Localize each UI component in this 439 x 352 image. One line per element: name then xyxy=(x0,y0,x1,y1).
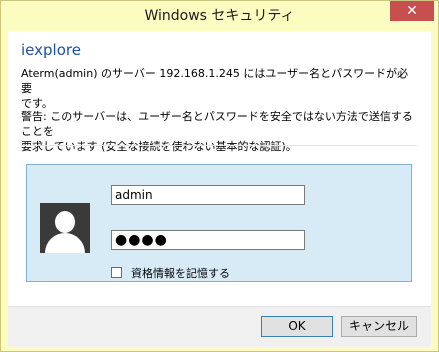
security-dialog: Windows セキュリティ ✕ iexplore Aterm(admin) の… xyxy=(0,0,439,352)
ok-button[interactable]: OK xyxy=(261,316,333,337)
remember-checkbox[interactable] xyxy=(111,267,122,278)
security-warning: 警告: このサーバーは、ユーザー名とパスワードを安全ではない方法で送信することを… xyxy=(21,110,413,153)
credential-tile[interactable]: admin ●●●● 資格情報を記憶する xyxy=(26,164,412,282)
close-icon: ✕ xyxy=(406,3,418,19)
password-field[interactable]: ●●●● xyxy=(111,230,305,250)
remember-label: 資格情報を記憶する xyxy=(131,267,230,280)
user-silhouette-icon xyxy=(40,203,90,253)
window-title: Windows セキュリティ xyxy=(144,8,295,24)
close-button[interactable]: ✕ xyxy=(390,1,434,21)
dialog-body: iexplore Aterm(admin) のサーバー 192.168.1.24… xyxy=(8,31,431,347)
app-name: iexplore xyxy=(21,41,81,59)
title-bar[interactable]: Windows セキュリティ ✕ xyxy=(1,1,438,31)
cancel-button[interactable]: キャンセル xyxy=(341,316,417,337)
divider xyxy=(21,145,417,146)
button-bar: OK キャンセル xyxy=(8,306,431,347)
username-field[interactable]: admin xyxy=(111,185,305,205)
server-message: Aterm(admin) のサーバー 192.168.1.245 にはユーザー名… xyxy=(21,67,409,110)
